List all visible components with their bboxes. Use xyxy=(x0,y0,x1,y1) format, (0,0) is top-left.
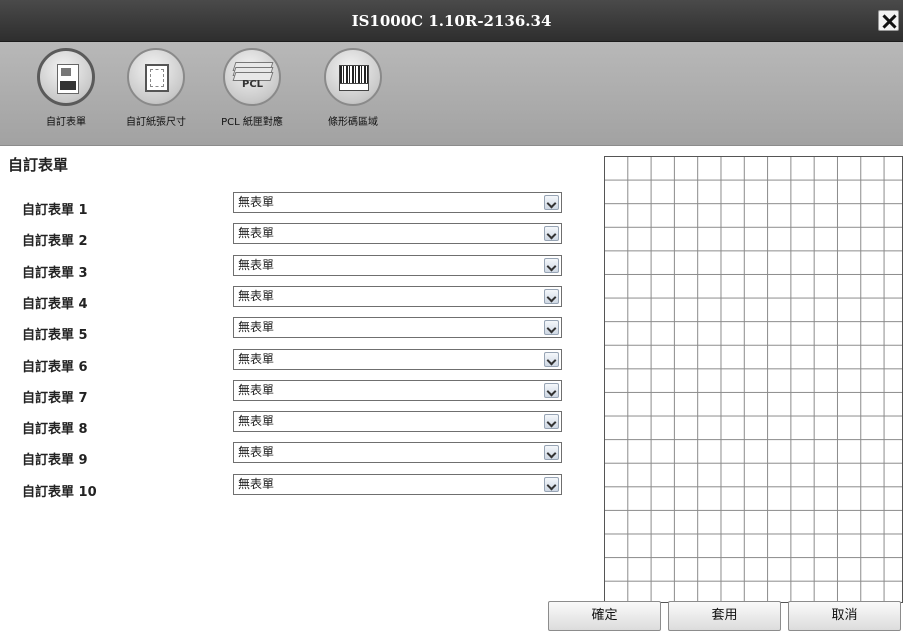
chevron-down-icon[interactable] xyxy=(544,352,559,367)
form-preview-grid xyxy=(604,156,903,603)
section-title: 自訂表單 xyxy=(8,156,69,174)
form-select[interactable]: 無表單 xyxy=(233,255,562,276)
form-row-label: 自訂表單 3 xyxy=(22,266,88,281)
form-select[interactable]: 無表單 xyxy=(233,317,562,338)
form-select-value: 無表單 xyxy=(238,289,275,303)
window-title: IS1000C 1.10R-2136.34 xyxy=(351,12,552,30)
toolbar-item-barcode-area[interactable]: 條形碼區域 xyxy=(303,48,403,128)
form-row-label: 自訂表單 10 xyxy=(22,485,97,500)
toolbar-item-custom-form[interactable]: 自訂表單 xyxy=(16,48,116,128)
toolbar-item-label: PCL 紙匣對應 xyxy=(221,117,283,128)
toolbar-item-label: 自訂表單 xyxy=(46,117,86,128)
form-select-value: 無表單 xyxy=(238,445,275,459)
form-icon xyxy=(37,48,95,106)
chevron-down-icon[interactable] xyxy=(544,289,559,304)
form-select[interactable]: 無表單 xyxy=(233,349,562,370)
form-row-label: 自訂表單 8 xyxy=(22,422,88,437)
chevron-down-icon[interactable] xyxy=(544,195,559,210)
form-select[interactable]: 無表單 xyxy=(233,286,562,307)
form-select[interactable]: 無表單 xyxy=(233,380,562,401)
form-row-label: 自訂表單 4 xyxy=(22,297,88,312)
toolbar-item-label: 條形碼區域 xyxy=(328,117,378,128)
toolbar: 自訂表單 自訂紙張尺寸 PCL PCL 紙匣對應 條形碼區域 xyxy=(0,42,903,146)
form-row-label: 自訂表單 1 xyxy=(22,203,88,218)
paper-size-icon xyxy=(127,48,185,106)
form-select-value: 無表單 xyxy=(238,320,275,334)
form-select[interactable]: 無表單 xyxy=(233,223,562,244)
form-row-label: 自訂表單 7 xyxy=(22,391,88,406)
form-select[interactable]: 無表單 xyxy=(233,442,562,463)
form-select-value: 無表單 xyxy=(238,477,275,491)
form-row-label: 自訂表單 6 xyxy=(22,360,88,375)
chevron-down-icon[interactable] xyxy=(544,383,559,398)
pcl-tray-icon: PCL xyxy=(223,48,281,106)
form-select-value: 無表單 xyxy=(238,414,275,428)
ok-button[interactable]: 確定 xyxy=(548,601,661,631)
form-select-value: 無表單 xyxy=(238,226,275,240)
toolbar-item-custom-paper-size[interactable]: 自訂紙張尺寸 xyxy=(106,48,206,128)
toolbar-item-label: 自訂紙張尺寸 xyxy=(126,117,186,128)
chevron-down-icon[interactable] xyxy=(544,414,559,429)
chevron-down-icon[interactable] xyxy=(544,445,559,460)
chevron-down-icon[interactable] xyxy=(544,226,559,241)
form-select-value: 無表單 xyxy=(238,352,275,366)
form-select-value: 無表單 xyxy=(238,258,275,272)
form-select[interactable]: 無表單 xyxy=(233,474,562,495)
form-row-label: 自訂表單 5 xyxy=(22,328,88,343)
barcode-icon xyxy=(324,48,382,106)
form-row-label: 自訂表單 2 xyxy=(22,234,88,249)
apply-button[interactable]: 套用 xyxy=(668,601,781,631)
chevron-down-icon[interactable] xyxy=(544,477,559,492)
title-bar: IS1000C 1.10R-2136.34 xyxy=(0,0,903,42)
form-select[interactable]: 無表單 xyxy=(233,411,562,432)
form-select-value: 無表單 xyxy=(238,383,275,397)
cancel-button[interactable]: 取消 xyxy=(788,601,901,631)
form-select[interactable]: 無表單 xyxy=(233,192,562,213)
chevron-down-icon[interactable] xyxy=(544,320,559,335)
form-select-value: 無表單 xyxy=(238,195,275,209)
chevron-down-icon[interactable] xyxy=(544,258,559,273)
close-icon[interactable] xyxy=(878,10,899,31)
toolbar-item-pcl-tray[interactable]: PCL PCL 紙匣對應 xyxy=(202,48,302,128)
form-row-label: 自訂表單 9 xyxy=(22,453,88,468)
